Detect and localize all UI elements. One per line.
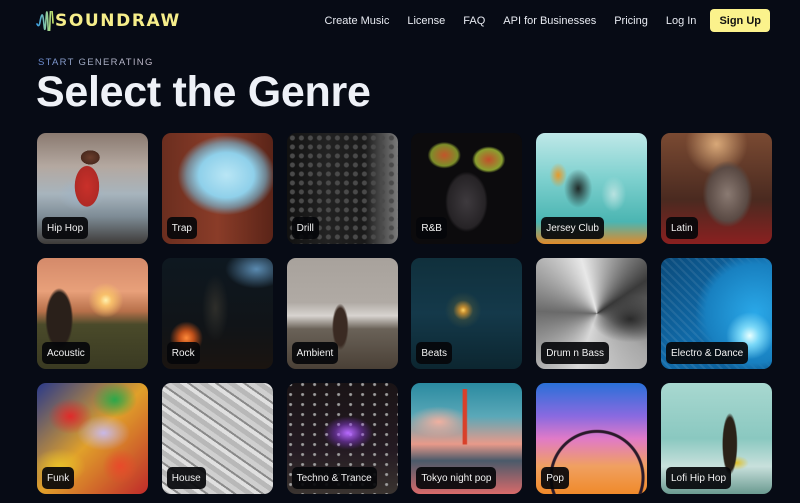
genre-card-latin[interactable]: Latin	[660, 133, 772, 244]
genre-label: House	[166, 467, 206, 489]
nav-api-for-businesses[interactable]: API for Businesses	[503, 15, 596, 27]
genre-label: Trap	[166, 217, 197, 239]
nav-create-music[interactable]: Create Music	[325, 15, 390, 27]
genre-label: Techno & Trance	[291, 467, 377, 489]
genre-card-lofi-hip-hop[interactable]: Lofi Hip Hop	[660, 383, 772, 494]
genre-label: Tokyo night pop	[416, 467, 497, 489]
soundraw-logo[interactable]: SOUNDRAW	[36, 9, 181, 33]
genre-label: R&B	[416, 217, 447, 239]
genre-label: Beats	[416, 342, 452, 364]
genre-label: Pop	[541, 467, 569, 489]
genre-card-hip-hop[interactable]: Hip Hop	[37, 133, 148, 244]
genre-card-rock[interactable]: Rock	[161, 258, 273, 369]
genre-card-jersey-club[interactable]: Jersey Club	[536, 133, 648, 244]
waveform-logo-icon	[36, 11, 54, 31]
genre-label: Acoustic	[42, 342, 90, 364]
main-nav: Create Music License FAQ API for Busines…	[325, 9, 770, 32]
genre-card-electro-dance[interactable]: Electro & Dance	[660, 258, 772, 369]
genre-card-trap[interactable]: Trap	[161, 133, 273, 244]
genre-label: Jersey Club	[541, 217, 604, 239]
genre-label: Rock	[166, 342, 200, 364]
nav-pricing[interactable]: Pricing	[614, 15, 648, 27]
genre-label: Lofi Hip Hop	[665, 467, 732, 489]
eyebrow-label: START GENERATING	[38, 57, 154, 68]
genre-card-funk[interactable]: Funk	[37, 383, 148, 494]
genre-card-house[interactable]: House	[161, 383, 273, 494]
genre-card-pop[interactable]: Pop	[536, 383, 648, 494]
nav-log-in[interactable]: Log In	[666, 15, 697, 27]
logo-text: SOUNDRAW	[55, 11, 181, 31]
genre-label: Ambient	[291, 342, 339, 364]
sign-up-button[interactable]: Sign Up	[710, 9, 770, 32]
genre-grid: Hip Hop Trap Drill R&B Jersey Club Latin…	[37, 133, 772, 494]
genre-label: Drill	[291, 217, 319, 239]
genre-card-tokyo-night-pop[interactable]: Tokyo night pop	[411, 383, 523, 494]
nav-license[interactable]: License	[407, 15, 445, 27]
site-header: SOUNDRAW Create Music License FAQ API fo…	[0, 0, 800, 42]
genre-card-drill[interactable]: Drill	[286, 133, 398, 244]
genre-label: Latin	[665, 217, 698, 239]
genre-card-rnb[interactable]: R&B	[411, 133, 523, 244]
genre-label: Drum n Bass	[541, 342, 609, 364]
page-title: Select the Genre	[36, 68, 371, 116]
genre-label: Funk	[42, 467, 75, 489]
genre-card-techno-trance[interactable]: Techno & Trance	[286, 383, 398, 494]
genre-label: Hip Hop	[42, 217, 89, 239]
genre-card-drum-n-bass[interactable]: Drum n Bass	[536, 258, 648, 369]
genre-card-acoustic[interactable]: Acoustic	[37, 258, 148, 369]
nav-faq[interactable]: FAQ	[463, 15, 485, 27]
genre-card-beats[interactable]: Beats	[411, 258, 523, 369]
genre-label: Electro & Dance	[665, 342, 749, 364]
genre-card-ambient[interactable]: Ambient	[286, 258, 398, 369]
